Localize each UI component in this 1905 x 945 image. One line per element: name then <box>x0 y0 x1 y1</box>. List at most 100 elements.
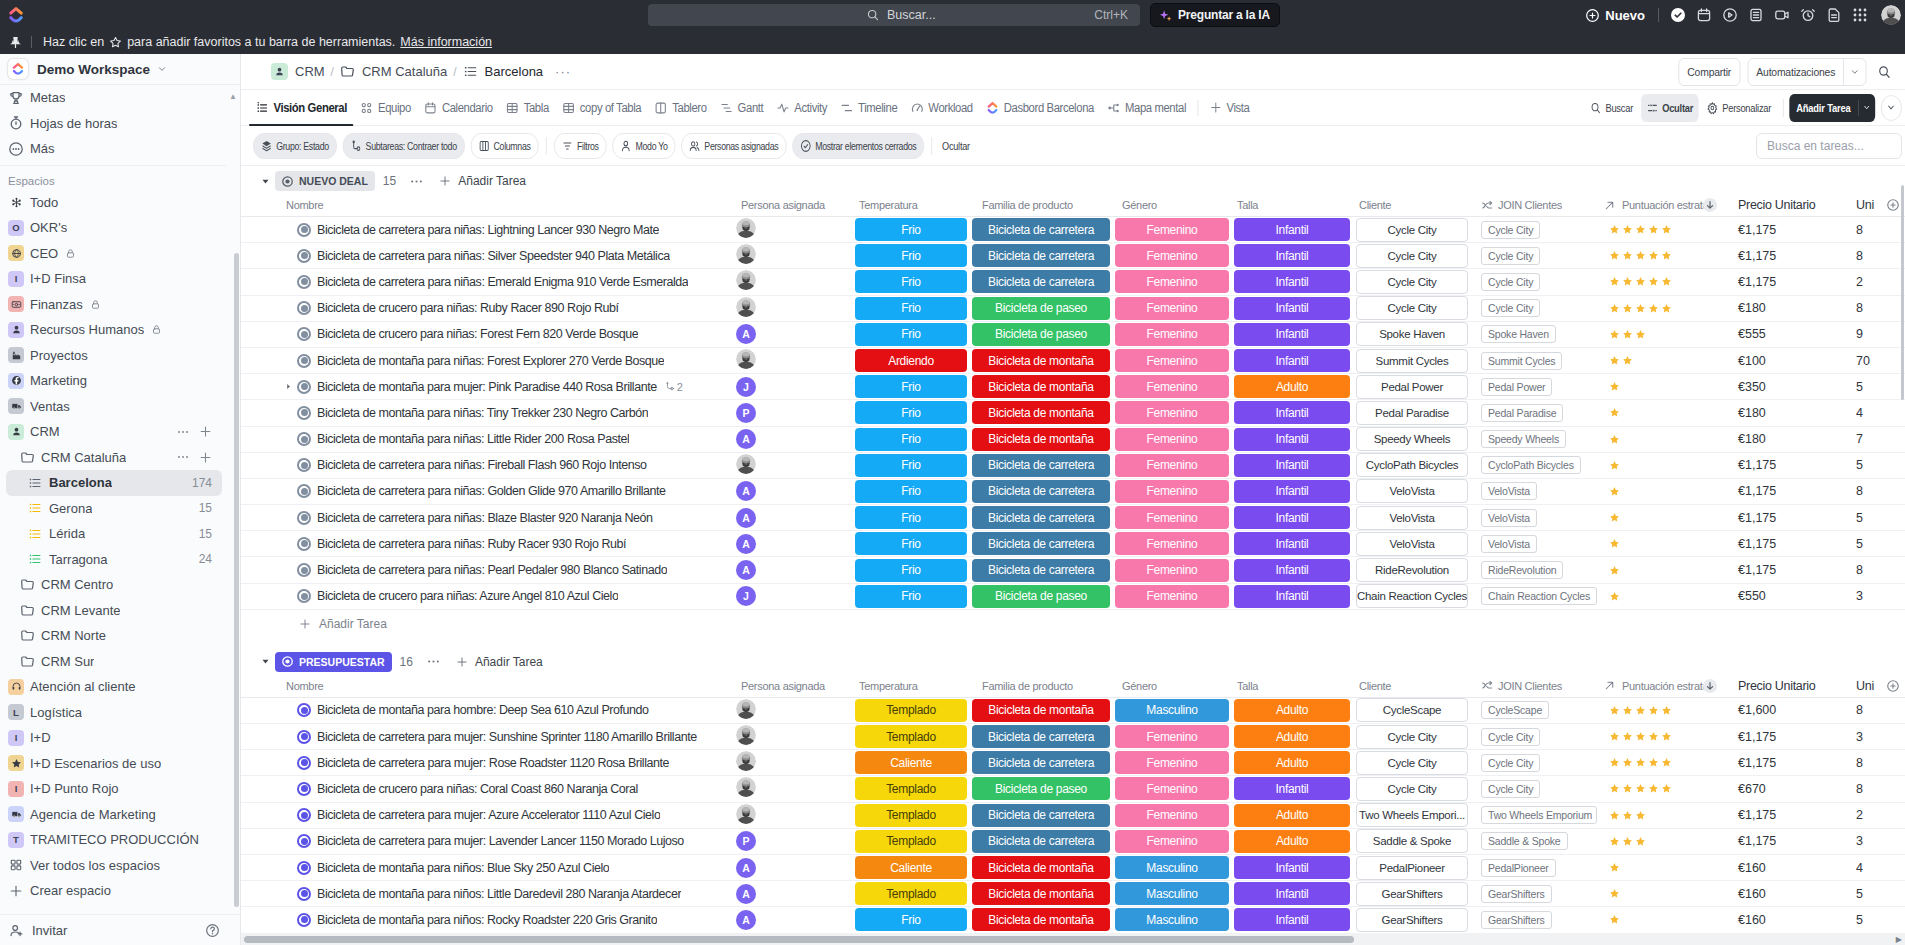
cell-talla[interactable]: Infantil <box>1232 506 1353 529</box>
cell-assignee[interactable] <box>732 218 855 241</box>
cell-talla[interactable]: Infantil <box>1232 585 1353 608</box>
cell-unidades[interactable]: 8 <box>1844 301 1884 315</box>
invite-button[interactable]: Invitar <box>0 914 240 945</box>
breadcrumb-more-button[interactable]: ··· <box>555 64 571 79</box>
task-status-icon[interactable] <box>297 703 311 717</box>
task-status-icon[interactable] <box>297 432 311 446</box>
cell-precio-unitario[interactable]: €1,175 <box>1729 275 1844 289</box>
ask-ai-button[interactable]: Preguntar a la IA <box>1150 3 1280 27</box>
tab-calendario[interactable]: Calendario <box>417 90 499 125</box>
ellipsis-icon[interactable] <box>176 425 190 439</box>
cell-rating[interactable] <box>1599 836 1729 847</box>
task-name[interactable]: Bicicleta de carretera para niñas: Golde… <box>317 484 666 498</box>
cell-fam[interactable]: Bicicleta de montaña <box>970 699 1112 722</box>
filter-grupo-estado[interactable]: Grupo: Estado <box>253 133 337 159</box>
cell-assignee[interactable] <box>732 244 855 267</box>
collapse-header-button[interactable] <box>1881 95 1902 121</box>
column-header-gen[interactable]: Género <box>1112 199 1232 211</box>
filter-filtros[interactable]: Filtros <box>554 133 607 159</box>
column-header-talla[interactable]: Talla <box>1232 680 1353 692</box>
cell-cliente[interactable]: VeloVista <box>1353 506 1473 530</box>
task-status-icon[interactable] <box>297 484 311 498</box>
cell-fam[interactable]: Bicicleta de carretera <box>970 725 1112 748</box>
cell-talla[interactable]: Infantil <box>1232 270 1353 293</box>
sidebar-folder-crm-levante[interactable]: CRM Levante <box>0 598 226 624</box>
sidebar-item-más[interactable]: Más <box>0 136 226 162</box>
cell-rating[interactable] <box>1599 276 1729 287</box>
cell-unidades[interactable]: 8 <box>1844 484 1884 498</box>
cell-join-clientes[interactable]: Two Wheels Emporium <box>1473 806 1599 824</box>
cell-rating[interactable] <box>1599 565 1729 576</box>
cell-rating[interactable] <box>1599 757 1729 768</box>
vertical-scrollbar[interactable] <box>1901 185 1904 400</box>
cell-precio-unitario[interactable]: €1,175 <box>1729 223 1844 237</box>
cell-assignee[interactable]: A <box>732 560 855 580</box>
collapse-group-icon[interactable] <box>260 176 271 187</box>
task-name[interactable]: Bicicleta de montaña para niñas: Forest … <box>317 354 664 368</box>
breadcrumb-item[interactable]: CRM <box>271 63 325 80</box>
sort-descending-icon[interactable] <box>1702 197 1718 213</box>
sidebar-list-barcelona[interactable]: Barcelona174 <box>6 470 222 496</box>
plus-icon[interactable] <box>199 450 212 464</box>
sort-descending-icon[interactable] <box>1702 678 1718 694</box>
cell-talla[interactable]: Adulto <box>1232 830 1353 853</box>
cell-gen[interactable]: Femenino <box>1112 830 1232 853</box>
cell-join-clientes[interactable]: Pedal Power <box>1473 378 1599 396</box>
cell-talla[interactable]: Infantil <box>1232 908 1353 931</box>
cell-join-clientes[interactable]: VeloVista <box>1473 482 1599 500</box>
cell-rating[interactable] <box>1599 512 1729 523</box>
cell-cliente[interactable]: Cycle City <box>1353 725 1473 749</box>
task-row[interactable]: Bicicleta de carretera para mujer: Azure… <box>241 803 1905 829</box>
cell-temp[interactable]: Frio <box>855 480 970 503</box>
breadcrumb-item[interactable]: Barcelona <box>463 64 544 79</box>
column-header-uni[interactable]: Uni <box>1844 679 1884 693</box>
add-column-button[interactable] <box>1886 198 1900 212</box>
task-status-icon[interactable] <box>297 327 311 341</box>
task-name[interactable]: Bicicleta de montaña para niños: Blue Sk… <box>317 861 609 875</box>
automations-button[interactable]: Automatizaciones <box>1747 58 1866 86</box>
cell-join-clientes[interactable]: Saddle & Spoke <box>1473 832 1599 850</box>
cell-fam[interactable]: Bicicleta de carretera <box>970 804 1112 827</box>
cell-precio-unitario[interactable]: €1,175 <box>1729 537 1844 551</box>
sidebar-list-l-rida[interactable]: Lérida15 <box>0 521 226 547</box>
sidebar-space-crear-espacio[interactable]: Crear espacio <box>0 878 226 904</box>
cell-assignee[interactable]: A <box>732 534 855 554</box>
column-header-stars[interactable]: Puntuación estraté... <box>1599 199 1729 212</box>
alarm-icon[interactable] <box>1795 0 1821 30</box>
cell-fam[interactable]: Bicicleta de paseo <box>970 297 1112 320</box>
cell-temp[interactable]: Frio <box>855 532 970 555</box>
cell-temp[interactable]: Templado <box>855 830 970 853</box>
cell-gen[interactable]: Femenino <box>1112 454 1232 477</box>
cell-join-clientes[interactable]: Cycle City <box>1473 221 1599 239</box>
cell-gen[interactable]: Femenino <box>1112 297 1232 320</box>
cell-gen[interactable]: Femenino <box>1112 585 1232 608</box>
cell-rating[interactable] <box>1599 250 1729 261</box>
cell-unidades[interactable]: 5 <box>1844 913 1884 927</box>
cell-gen[interactable]: Masculino <box>1112 856 1232 879</box>
column-header-talla[interactable]: Talla <box>1232 199 1353 211</box>
cell-assignee[interactable]: A <box>732 884 855 904</box>
sidebar-space-i-d-escenarios-de-uso[interactable]: I+D Escenarios de uso <box>0 751 226 777</box>
tab-dasbord-barcelona[interactable]: Dasbord Barcelona <box>979 90 1100 125</box>
task-row[interactable]: Bicicleta de montaña para niñas: Forest … <box>241 348 1905 374</box>
cell-cliente[interactable]: GearShifters <box>1353 908 1473 932</box>
cell-unidades[interactable]: 5 <box>1844 511 1884 525</box>
task-name[interactable]: Bicicleta de carretera para niñas: Blaze… <box>317 511 653 525</box>
sidebar-list-tarragona[interactable]: Tarragona24 <box>0 547 226 573</box>
hide-button[interactable]: Ocultar <box>1642 94 1700 122</box>
sidebar-space-crm[interactable]: CRM <box>0 419 226 445</box>
cell-unidades[interactable]: 2 <box>1844 275 1884 289</box>
column-header-uni[interactable]: Uni <box>1844 198 1884 212</box>
sidebar-space-recursos-humanos[interactable]: Recursos Humanos <box>0 317 226 343</box>
column-header-precio[interactable]: Precio Unitario <box>1729 679 1844 693</box>
cell-fam[interactable]: Bicicleta de carretera <box>970 454 1112 477</box>
cell-cliente[interactable]: PedalPioneer <box>1353 856 1473 880</box>
cell-precio-unitario[interactable]: €1,175 <box>1729 756 1844 770</box>
task-row[interactable]: Bicicleta de carretera para niñas: Fireb… <box>241 453 1905 479</box>
cell-join-clientes[interactable]: Spoke Haven <box>1473 325 1599 343</box>
plus-icon[interactable] <box>199 425 212 439</box>
customize-button[interactable]: Personalizar <box>1702 94 1778 122</box>
cell-assignee[interactable] <box>732 751 855 774</box>
sidebar-space-tramiteco-producci-n[interactable]: TTRAMITECO PRODUCCIÓN <box>0 827 226 853</box>
sidebar-folder-crm-norte[interactable]: CRM Norte <box>0 623 226 649</box>
